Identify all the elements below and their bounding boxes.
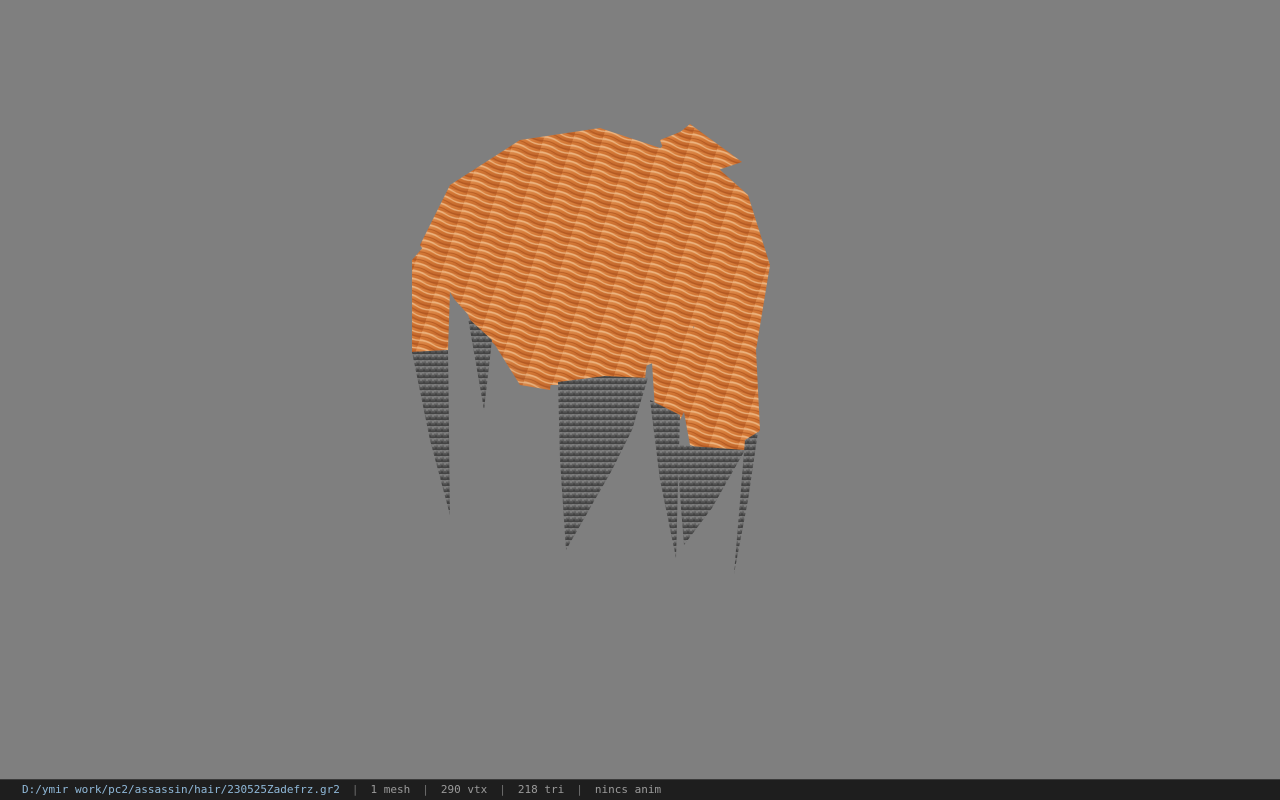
separator: | [576,783,583,796]
3d-viewport[interactable] [0,0,1280,779]
mesh-count: 1 mesh [370,783,411,796]
vertex-count: 290 vtx [440,783,488,796]
animation-status: nincs anim [594,783,662,796]
status-bar: D:/ymir work/pc2/assassin/hair/230525Zad… [0,779,1280,800]
tip-right [676,445,745,545]
tip-mid-right [650,400,680,558]
tip-center [558,376,648,550]
tip-left [412,350,450,515]
file-path: D:/ymir work/pc2/assassin/hair/230525Zad… [22,783,340,796]
triangle-count: 218 tri [517,783,565,796]
hair-model [412,124,770,574]
separator: | [351,783,359,796]
separator: | [499,783,506,796]
separator: | [422,783,429,796]
